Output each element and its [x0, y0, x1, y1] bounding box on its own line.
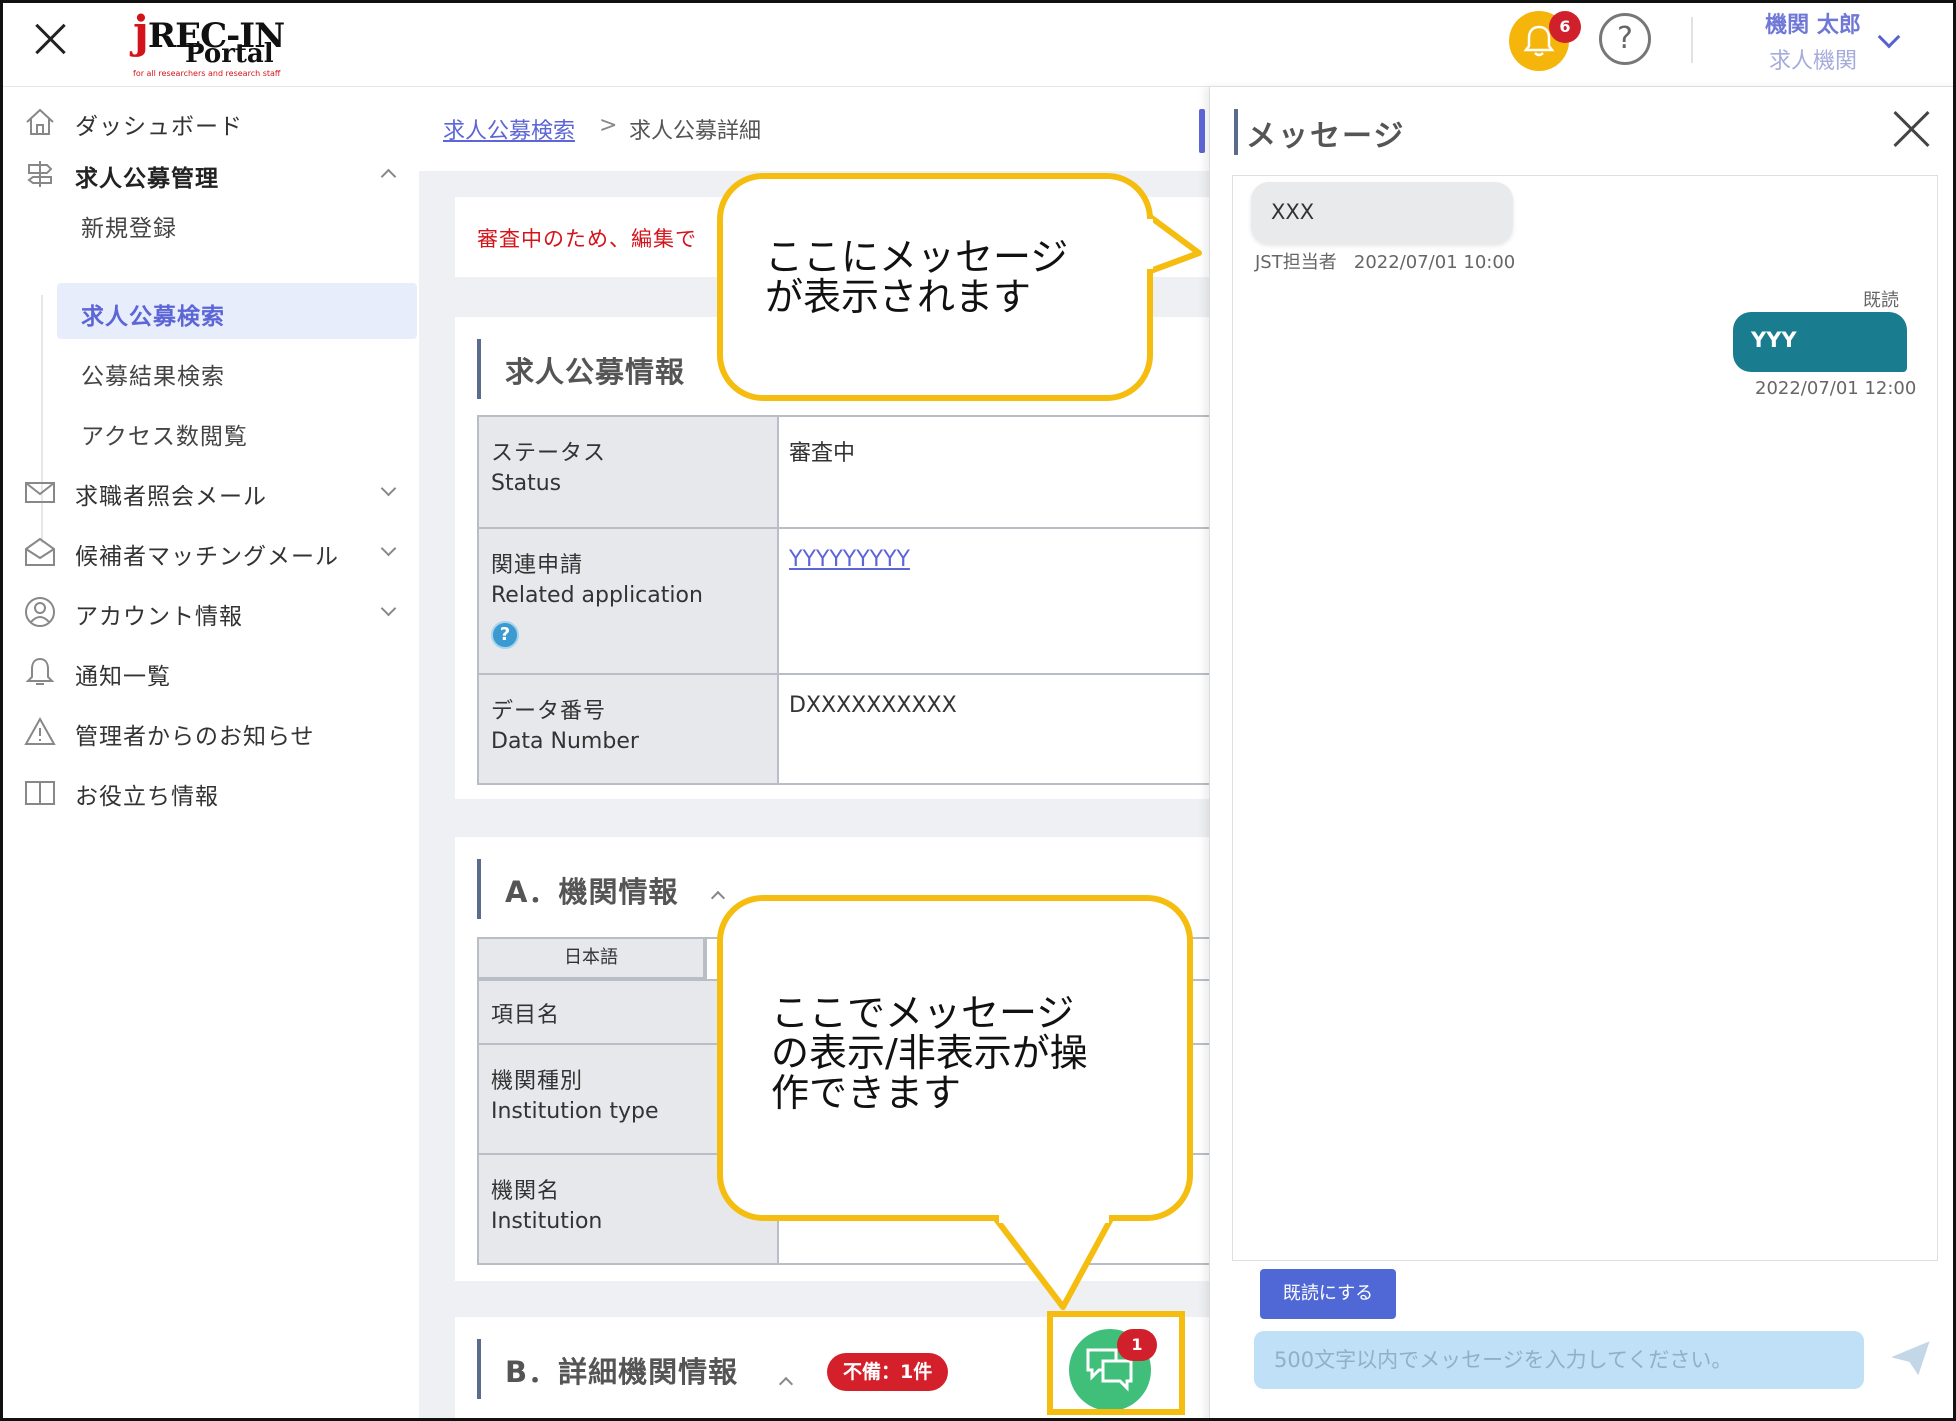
callout-joint [999, 1209, 1109, 1223]
callout-joint [1141, 219, 1153, 269]
callout-text-line: 作できます [771, 1071, 962, 1115]
callout-message-toggle: ここでメッセージ の表示/非表示が操 作できます [717, 895, 1193, 1221]
callout-text-line: が表示されます [765, 275, 1032, 319]
callout-message-display: ここにメッセージ が表示されます [717, 173, 1153, 401]
callout-text-line: ここでメッセージ [771, 991, 1075, 1035]
callout-text-line: の表示/非表示が操 [771, 1031, 1088, 1075]
callout-text-line: ここにメッセージ [765, 235, 1069, 279]
screen-frame: jREC-IN Portal for all researchers and r… [0, 0, 1956, 1421]
